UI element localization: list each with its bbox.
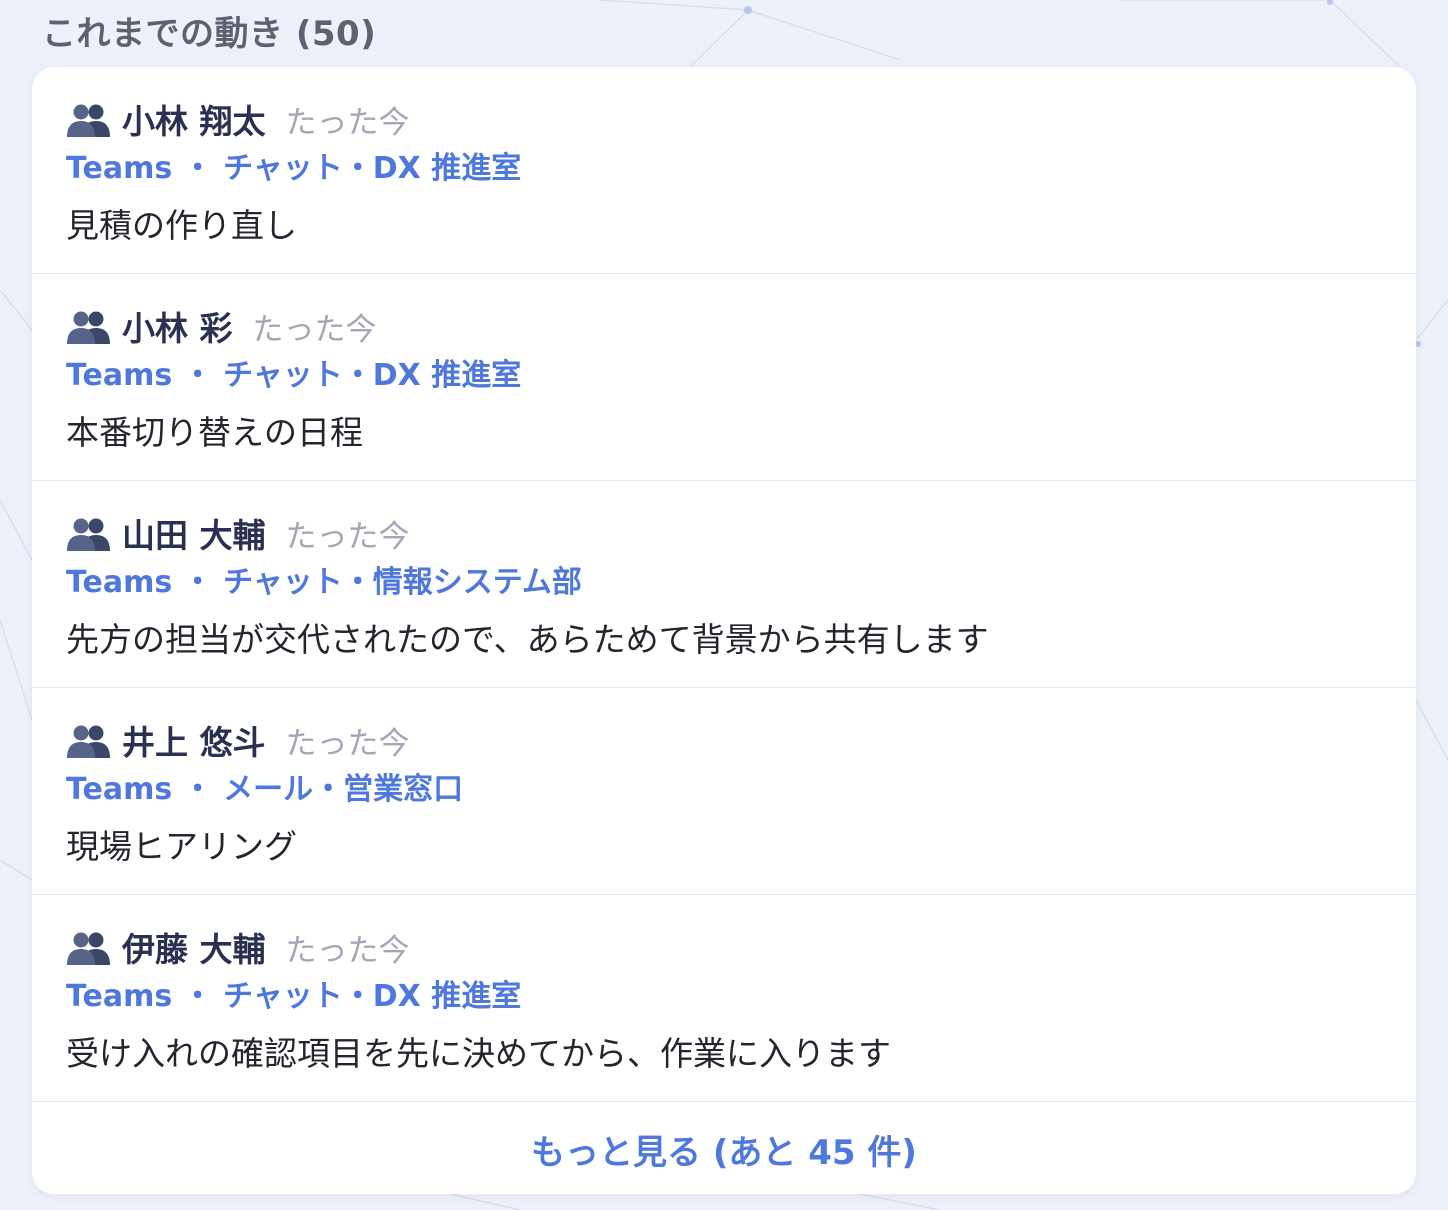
people-icon	[67, 725, 110, 758]
author-name: 小林 翔太	[122, 102, 266, 141]
timestamp: たった今	[285, 518, 410, 555]
people-icon	[67, 518, 110, 551]
activity-item[interactable]: 小林 翔太 たった今 Teams ・ チャット・DX 推進室 見積の作り直し	[32, 67, 1416, 274]
item-header: 小林 翔太 たった今	[66, 95, 410, 143]
item-header: 山田 大輔 たった今	[66, 509, 410, 557]
activity-item[interactable]: 山田 大輔 たった今 Teams ・ チャット・情報システム部 先方の担当が交代…	[32, 481, 1416, 688]
message-text: 本番切り替えの日程	[66, 413, 363, 452]
timestamp: たった今	[285, 725, 410, 762]
item-header: 伊藤 大輔 たった今	[66, 923, 410, 971]
message-text: 見積の作り直し	[66, 206, 297, 245]
activity-item[interactable]: 小林 彩 たった今 Teams ・ チャット・DX 推進室 本番切り替えの日程	[32, 274, 1416, 481]
activity-item[interactable]: 井上 悠斗 たった今 Teams ・ メール・営業窓口 現場ヒアリング	[32, 688, 1416, 895]
source-channel: Teams ・ チャット・DX 推進室	[66, 358, 522, 393]
activity-card: 小林 翔太 たった今 Teams ・ チャット・DX 推進室 見積の作り直し 小…	[32, 67, 1416, 1194]
author-name: 山田 大輔	[122, 516, 266, 555]
message-text: 現場ヒアリング	[66, 827, 297, 866]
people-icon	[67, 104, 110, 137]
source-channel: Teams ・ チャット・DX 推進室	[66, 979, 522, 1014]
timestamp: たった今	[285, 932, 410, 969]
item-header: 井上 悠斗 たった今	[66, 716, 410, 764]
author-name: 小林 彩	[122, 309, 233, 348]
people-icon	[67, 311, 110, 344]
people-icon	[67, 932, 110, 965]
timestamp: たった今	[252, 311, 377, 348]
activity-item[interactable]: 伊藤 大輔 たった今 Teams ・ チャット・DX 推進室 受け入れの確認項目…	[32, 895, 1416, 1102]
section-title: これまでの動き (50)	[42, 14, 377, 54]
message-text: 先方の担当が交代されたので、あらためて背景から共有します	[66, 620, 989, 659]
show-more-button[interactable]: もっと見る (あと 45 件)	[32, 1104, 1416, 1194]
author-name: 伊藤 大輔	[122, 930, 266, 969]
message-text: 受け入れの確認項目を先に決めてから、作業に入ります	[66, 1034, 891, 1073]
item-header: 小林 彩 たった今	[66, 302, 377, 350]
author-name: 井上 悠斗	[122, 723, 266, 762]
source-channel: Teams ・ チャット・情報システム部	[66, 565, 582, 600]
timestamp: たった今	[285, 104, 410, 141]
source-channel: Teams ・ メール・営業窓口	[66, 772, 464, 807]
source-channel: Teams ・ チャット・DX 推進室	[66, 151, 522, 186]
